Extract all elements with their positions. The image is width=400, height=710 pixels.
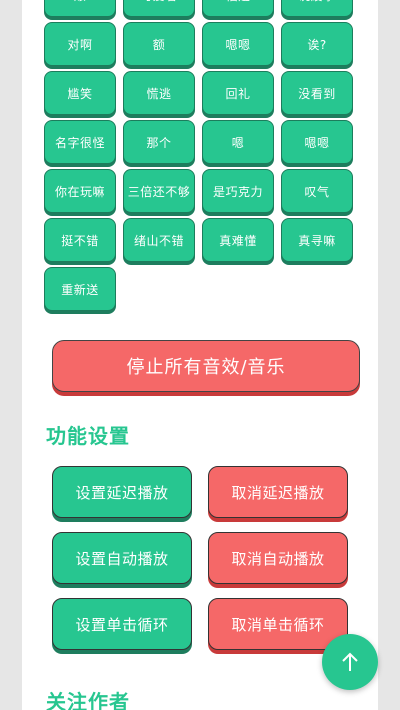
sound-button-grid: 账可爱者福建说废事对啊额嗯嗯诶?尴笑慌逃回礼没看到名字很怪那个嗯嗯嗯你在玩嘛三倍… xyxy=(44,0,353,311)
sound-button[interactable]: 那个 xyxy=(123,120,195,164)
sound-button[interactable]: 你在玩嘛 xyxy=(44,169,116,213)
sound-button[interactable]: 三倍还不够 xyxy=(123,169,195,213)
sound-button[interactable]: 挺不错 xyxy=(44,218,116,262)
cancel-delay-play-button[interactable]: 取消延迟播放 xyxy=(208,466,348,518)
sound-button[interactable]: 诶? xyxy=(281,22,353,66)
sound-button[interactable]: 尴笑 xyxy=(44,71,116,115)
follow-author-title: 关注作者 xyxy=(46,690,130,710)
sound-button[interactable]: 额 xyxy=(123,22,195,66)
sound-button[interactable]: 福建 xyxy=(202,0,274,17)
sound-button[interactable]: 绪山不错 xyxy=(123,218,195,262)
scroll-to-top-button[interactable] xyxy=(322,634,378,690)
sound-button[interactable]: 没看到 xyxy=(281,71,353,115)
sound-button[interactable]: 叹气 xyxy=(281,169,353,213)
page-content: 账可爱者福建说废事对啊额嗯嗯诶?尴笑慌逃回礼没看到名字很怪那个嗯嗯嗯你在玩嘛三倍… xyxy=(22,0,378,710)
sound-button[interactable]: 可爱者 xyxy=(123,0,195,17)
sound-button[interactable]: 慌逃 xyxy=(123,71,195,115)
sound-button[interactable]: 名字很怪 xyxy=(44,120,116,164)
arrow-up-icon xyxy=(342,652,358,671)
sound-button[interactable]: 说废事 xyxy=(281,0,353,17)
cancel-click-loop-button[interactable]: 取消单击循环 xyxy=(208,598,348,650)
stop-all-sounds-button[interactable]: 停止所有音效/音乐 xyxy=(52,340,360,392)
sound-button[interactable]: 嗯嗯 xyxy=(281,120,353,164)
cancel-auto-play-button[interactable]: 取消自动播放 xyxy=(208,532,348,584)
sound-button[interactable]: 回礼 xyxy=(202,71,274,115)
sound-button[interactable]: 是巧克力 xyxy=(202,169,274,213)
sound-button[interactable]: 账 xyxy=(44,0,116,17)
sound-button[interactable]: 嗯嗯 xyxy=(202,22,274,66)
set-delay-play-button[interactable]: 设置延迟播放 xyxy=(52,466,192,518)
function-settings-title: 功能设置 xyxy=(46,424,130,448)
sound-button[interactable]: 真寻嘛 xyxy=(281,218,353,262)
sound-button[interactable]: 对啊 xyxy=(44,22,116,66)
sound-button[interactable]: 重新送 xyxy=(44,267,116,311)
set-auto-play-button[interactable]: 设置自动播放 xyxy=(52,532,192,584)
sound-button[interactable]: 真难懂 xyxy=(202,218,274,262)
sound-button[interactable]: 嗯 xyxy=(202,120,274,164)
set-click-loop-button[interactable]: 设置单击循环 xyxy=(52,598,192,650)
